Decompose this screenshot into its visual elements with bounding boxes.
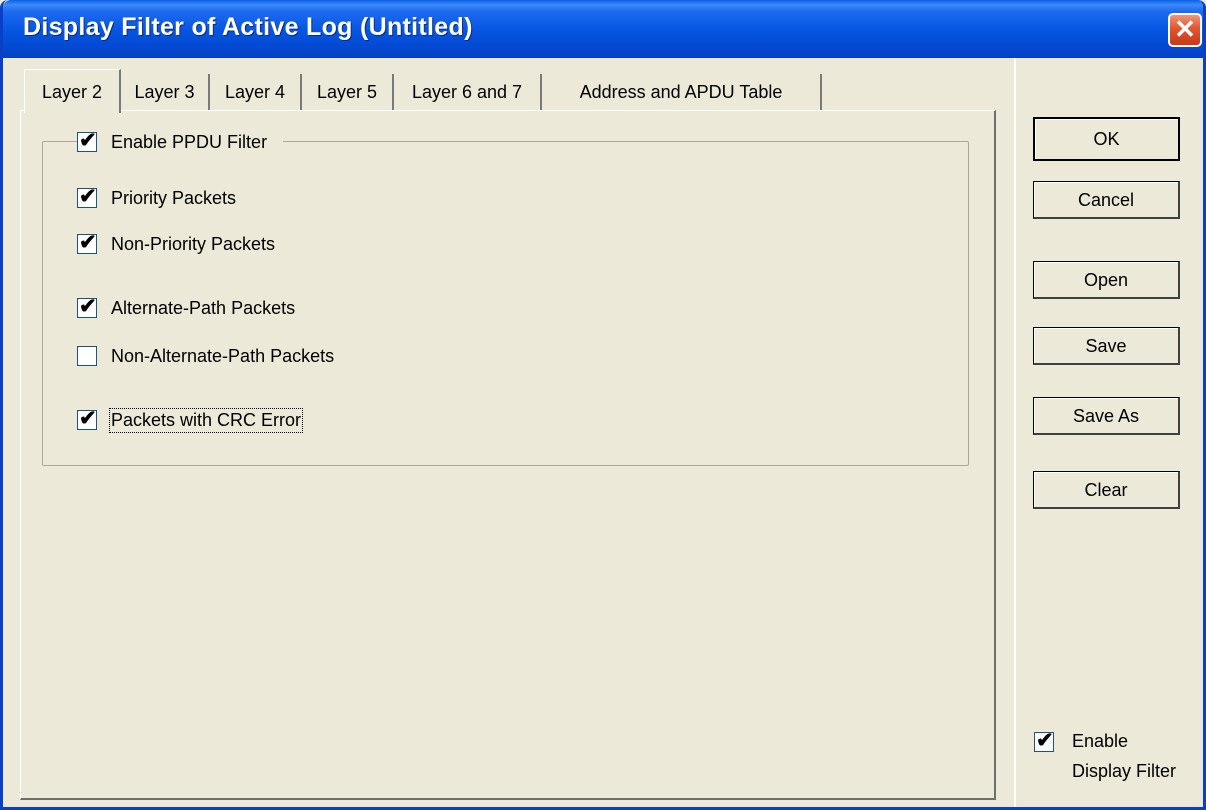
checkbox-box[interactable]: ✔	[77, 295, 97, 318]
checkbox-box[interactable]: ✔	[77, 407, 97, 430]
tab-address-apdu-table[interactable]: Address and APDU Table	[542, 74, 822, 111]
label-line-1: Enable	[1072, 731, 1129, 751]
cancel-button[interactable]: Cancel	[1033, 181, 1180, 219]
ok-button[interactable]: OK	[1033, 117, 1180, 161]
save-button[interactable]: Save	[1033, 327, 1180, 365]
tab-layer-2[interactable]: Layer 2	[24, 69, 121, 113]
label-line-2: Display Filter	[1072, 761, 1177, 781]
dialog-window: Display Filter of Active Log (Untitled) …	[0, 0, 1206, 810]
non-priority-packets-checkbox[interactable]: ✔ Non-Priority Packets	[77, 228, 275, 260]
checkbox-label: Alternate-Path Packets	[111, 297, 296, 318]
ppdu-filter-group: ✔ Enable PPDU Filter ✔ Priority Packets …	[42, 126, 969, 466]
close-button[interactable]: ✕	[1168, 13, 1202, 47]
checkbox-box[interactable]	[77, 346, 97, 366]
checkmark-icon: ✔	[1036, 729, 1054, 752]
title-bar[interactable]: Display Filter of Active Log (Untitled) …	[3, 0, 1203, 58]
open-button[interactable]: Open	[1033, 261, 1180, 299]
checkmark-icon: ✔	[79, 295, 97, 318]
checkbox-label: Enable Display Filter	[1072, 726, 1176, 786]
checkmark-icon: ✔	[79, 407, 97, 430]
window-title: Display Filter of Active Log (Untitled)	[23, 13, 473, 41]
alternate-path-packets-checkbox[interactable]: ✔ Alternate-Path Packets	[77, 292, 295, 324]
panel-separator	[1014, 58, 1016, 807]
tab-layer-4[interactable]: Layer 4	[210, 74, 302, 111]
priority-packets-checkbox[interactable]: ✔ Priority Packets	[77, 182, 236, 214]
checkbox-label: Non-Priority Packets	[111, 233, 276, 254]
checkbox-box[interactable]: ✔	[77, 231, 97, 254]
tab-layer-6-and-7[interactable]: Layer 6 and 7	[394, 74, 542, 111]
non-alternate-path-packets-checkbox[interactable]: Non-Alternate-Path Packets	[77, 340, 334, 372]
checkbox-label: Non-Alternate-Path Packets	[111, 345, 335, 366]
checkmark-icon: ✔	[79, 129, 97, 152]
close-icon: ✕	[1174, 14, 1196, 44]
tab-panel-layer-2: ✔ Enable PPDU Filter ✔ Priority Packets …	[20, 110, 996, 800]
enable-ppdu-filter-checkbox[interactable]: ✔ Enable PPDU Filter	[77, 126, 284, 158]
dialog-client-area: Layer 2 Layer 3 Layer 4 Layer 5 Layer 6 …	[6, 58, 1203, 807]
tab-layer-5[interactable]: Layer 5	[302, 74, 394, 111]
checkbox-label: Priority Packets	[111, 187, 237, 208]
checkbox-box[interactable]: ✔	[77, 129, 97, 152]
packets-with-crc-error-checkbox[interactable]: ✔ Packets with CRC Error	[77, 404, 304, 436]
checkbox-box[interactable]: ✔	[1034, 729, 1054, 752]
checkmark-icon: ✔	[79, 231, 97, 254]
clear-button[interactable]: Clear	[1033, 471, 1180, 509]
checkbox-box[interactable]: ✔	[77, 185, 97, 208]
save-as-button[interactable]: Save As	[1033, 397, 1180, 435]
checkmark-icon: ✔	[79, 185, 97, 208]
checkbox-label: Enable PPDU Filter	[111, 131, 268, 152]
checkbox-label: Packets with CRC Error	[108, 407, 304, 433]
tab-layer-3[interactable]: Layer 3	[121, 74, 210, 111]
